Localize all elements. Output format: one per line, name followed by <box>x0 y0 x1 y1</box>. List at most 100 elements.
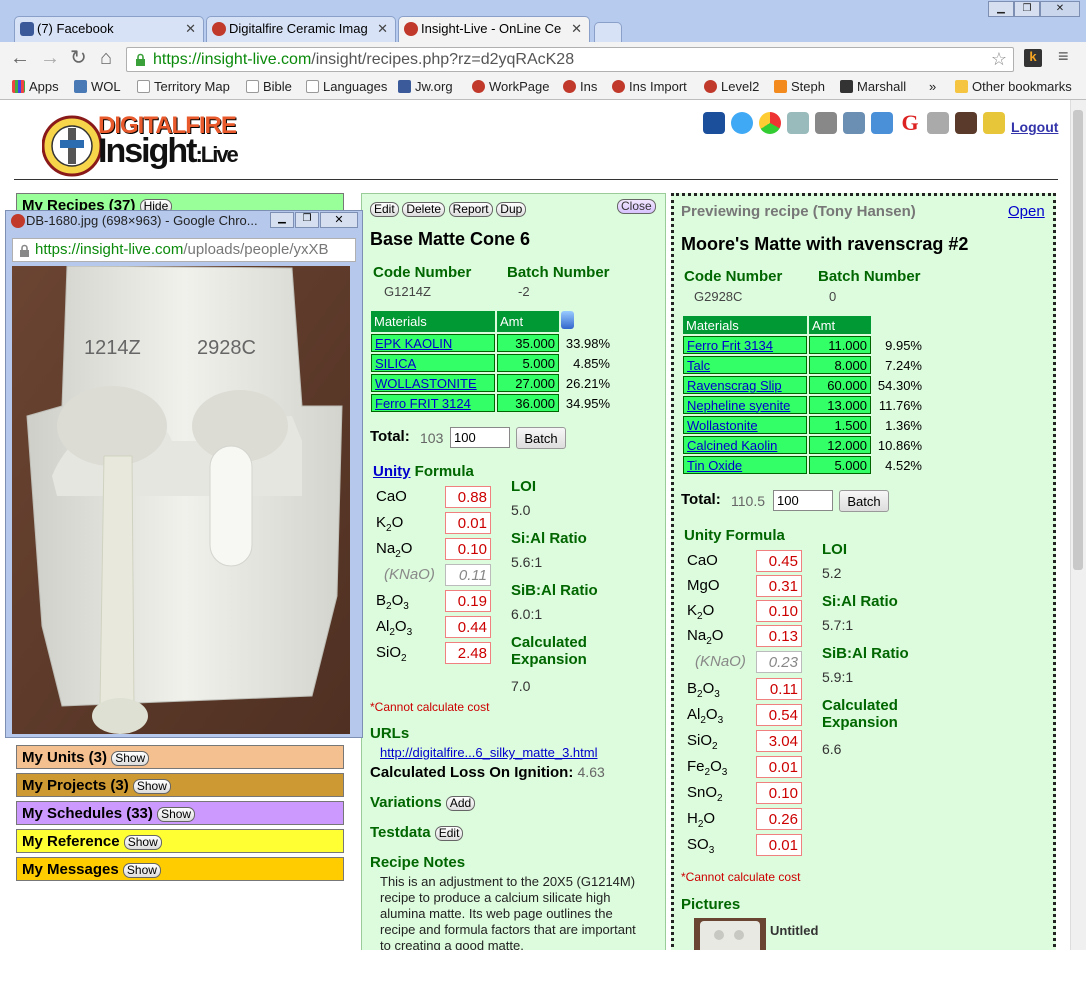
report-button[interactable]: Report <box>448 202 493 218</box>
notes-icon[interactable] <box>983 112 1005 134</box>
users-icon[interactable] <box>955 112 977 134</box>
chart-icon[interactable] <box>759 112 781 134</box>
material-link[interactable]: Calcined Kaolin <box>683 436 807 454</box>
batch-size-input[interactable] <box>450 427 510 448</box>
bookmarks-overflow[interactable]: » <box>913 79 936 94</box>
total-value: 103 <box>420 430 444 446</box>
edit-testdata-button[interactable]: Edit <box>434 825 464 841</box>
show-button[interactable]: Show <box>111 750 150 766</box>
bookmark-apps[interactable]: Apps <box>12 79 59 94</box>
address-bar[interactable]: https://insight-live.com/insight/recipes… <box>126 47 1014 72</box>
material-link[interactable]: Ferro Frit 3134 <box>683 336 807 354</box>
close-button[interactable]: Close <box>617 199 656 214</box>
bookmark-ins-import[interactable]: Ins Import <box>612 79 687 94</box>
sidebar-section-my-schedules[interactable]: My Schedules (33) Show <box>16 801 344 825</box>
sort-icon[interactable] <box>561 311 574 329</box>
bookmark-other[interactable]: Other bookmarks <box>955 79 1072 94</box>
maximize-icon[interactable]: ❐ <box>1014 1 1040 17</box>
material-link[interactable]: SILICA <box>371 354 495 372</box>
add-variation-button[interactable]: Add <box>445 795 476 811</box>
edit-button[interactable]: Edit <box>370 202 399 218</box>
logout-link[interactable]: Logout <box>1011 119 1058 135</box>
database-icon[interactable] <box>927 112 949 134</box>
tab-insight-live[interactable]: Insight-Live - OnLine Ce ✕ <box>398 16 590 43</box>
sidebar-section-my-projects[interactable]: My Projects (3) Show <box>16 773 344 797</box>
bookmark-level2[interactable]: Level2 <box>704 79 759 94</box>
show-button[interactable]: Show <box>122 862 161 878</box>
sib-al-value: 6.0:1 <box>511 606 543 622</box>
tab-digitalfire-images[interactable]: Digitalfire Ceramic Imag ✕ <box>206 16 396 42</box>
unity-formula-heading: Unity Formula <box>373 463 474 480</box>
sidebar-section-my-reference[interactable]: My Reference Show <box>16 829 344 853</box>
blogger-icon <box>774 80 787 93</box>
tab-facebook[interactable]: (7) Facebook ✕ <box>14 16 204 42</box>
apps-icon <box>12 80 25 93</box>
user-admin-icon[interactable] <box>843 112 865 134</box>
material-link[interactable]: Wollastonite <box>683 416 807 434</box>
material-amount[interactable]: 35.000 <box>497 334 559 352</box>
material-link[interactable]: Tin Oxide <box>683 456 807 474</box>
loi-value: 5.2 <box>822 565 842 581</box>
bookmark-languages[interactable]: Languages <box>306 79 387 94</box>
minimize-icon[interactable]: ▁ <box>988 1 1014 17</box>
sidebar-section-my-messages[interactable]: My Messages Show <box>16 857 344 881</box>
picture-thumbnail[interactable] <box>694 918 766 950</box>
close-window-icon[interactable]: ✕ <box>320 212 358 228</box>
recipe-notes-text: This is an adjustment to the 20X5 (G1214… <box>380 874 636 950</box>
bookmark-territory-map[interactable]: Territory Map <box>137 79 230 94</box>
forward-icon[interactable]: → <box>40 48 60 68</box>
material-link[interactable]: WOLLASTONITE <box>371 374 495 392</box>
material-link[interactable]: Ferro FRIT 3124 <box>371 394 495 412</box>
show-button[interactable]: Show <box>132 778 171 794</box>
close-tab-icon[interactable]: ✕ <box>377 21 388 37</box>
star-icon[interactable]: ☆ <box>991 49 1007 70</box>
home-icon[interactable]: ⌂ <box>100 48 112 68</box>
show-button[interactable]: Show <box>123 834 162 850</box>
delete-button[interactable]: Delete <box>402 202 445 218</box>
dup-button[interactable]: Dup <box>496 202 527 218</box>
unity-link[interactable]: Unity <box>373 463 411 480</box>
recipe-url-link[interactable]: http://digitalfire...6_silky_matte_3.htm… <box>380 745 598 760</box>
tools-icon[interactable] <box>815 112 837 134</box>
bookmark-wol[interactable]: WOL <box>74 79 121 94</box>
image-popup-window[interactable]: DB-1680.jpg (698×963) - Google Chro... ▁… <box>5 210 363 738</box>
material-link[interactable]: EPK KAOLIN <box>371 334 495 352</box>
close-tab-icon[interactable]: ✕ <box>571 21 582 37</box>
open-link[interactable]: Open <box>1008 203 1045 220</box>
popup-address-bar[interactable]: https://insight-live.com/uploads/people/… <box>12 238 356 262</box>
bookmark-marshall[interactable]: Marshall <box>840 79 906 94</box>
menu-icon[interactable]: ≡ <box>1058 46 1069 67</box>
bookmark-jw-org[interactable]: Jw.org <box>398 79 453 94</box>
reload-icon[interactable]: ↻ <box>70 48 87 68</box>
scrollbar-thumb[interactable] <box>1073 110 1083 570</box>
recycle-icon[interactable] <box>787 112 809 134</box>
bookmark-ins[interactable]: Ins <box>563 79 597 94</box>
batch-button[interactable]: Batch <box>516 427 566 449</box>
material-link[interactable]: Nepheline syenite <box>683 396 807 414</box>
sidebar-section-my-units[interactable]: My Units (3) Show <box>16 745 344 769</box>
payment-card-icon[interactable] <box>871 112 893 134</box>
bookmark-bible[interactable]: Bible <box>246 79 292 94</box>
close-window-icon[interactable]: ✕ <box>1040 1 1080 17</box>
material-amount[interactable]: 5.000 <box>497 354 559 372</box>
google-icon[interactable]: G <box>899 112 921 134</box>
material-link[interactable]: Talc <box>683 356 807 374</box>
new-tab-button[interactable] <box>594 22 622 42</box>
batch-button[interactable]: Batch <box>839 490 889 512</box>
back-icon[interactable]: ← <box>10 48 30 68</box>
bookmark-steph[interactable]: Steph <box>774 79 825 94</box>
material-link[interactable]: Ravenscrag Slip <box>683 376 807 394</box>
show-button[interactable]: Show <box>157 806 196 822</box>
material-amount[interactable]: 36.000 <box>497 394 559 412</box>
bookmark-workpage[interactable]: WorkPage <box>472 79 549 94</box>
page-scrollbar[interactable] <box>1070 100 1086 950</box>
chat-icon[interactable] <box>731 112 753 134</box>
minimize-icon[interactable]: ▁ <box>270 212 294 228</box>
close-tab-icon[interactable]: ✕ <box>185 21 196 37</box>
video-icon[interactable] <box>703 112 725 134</box>
material-amount[interactable]: 27.000 <box>497 374 559 392</box>
maximize-icon[interactable]: ❐ <box>295 212 319 228</box>
page-icon <box>246 80 259 93</box>
extension-k-icon[interactable]: k <box>1024 49 1042 67</box>
batch-size-input[interactable] <box>773 490 833 511</box>
